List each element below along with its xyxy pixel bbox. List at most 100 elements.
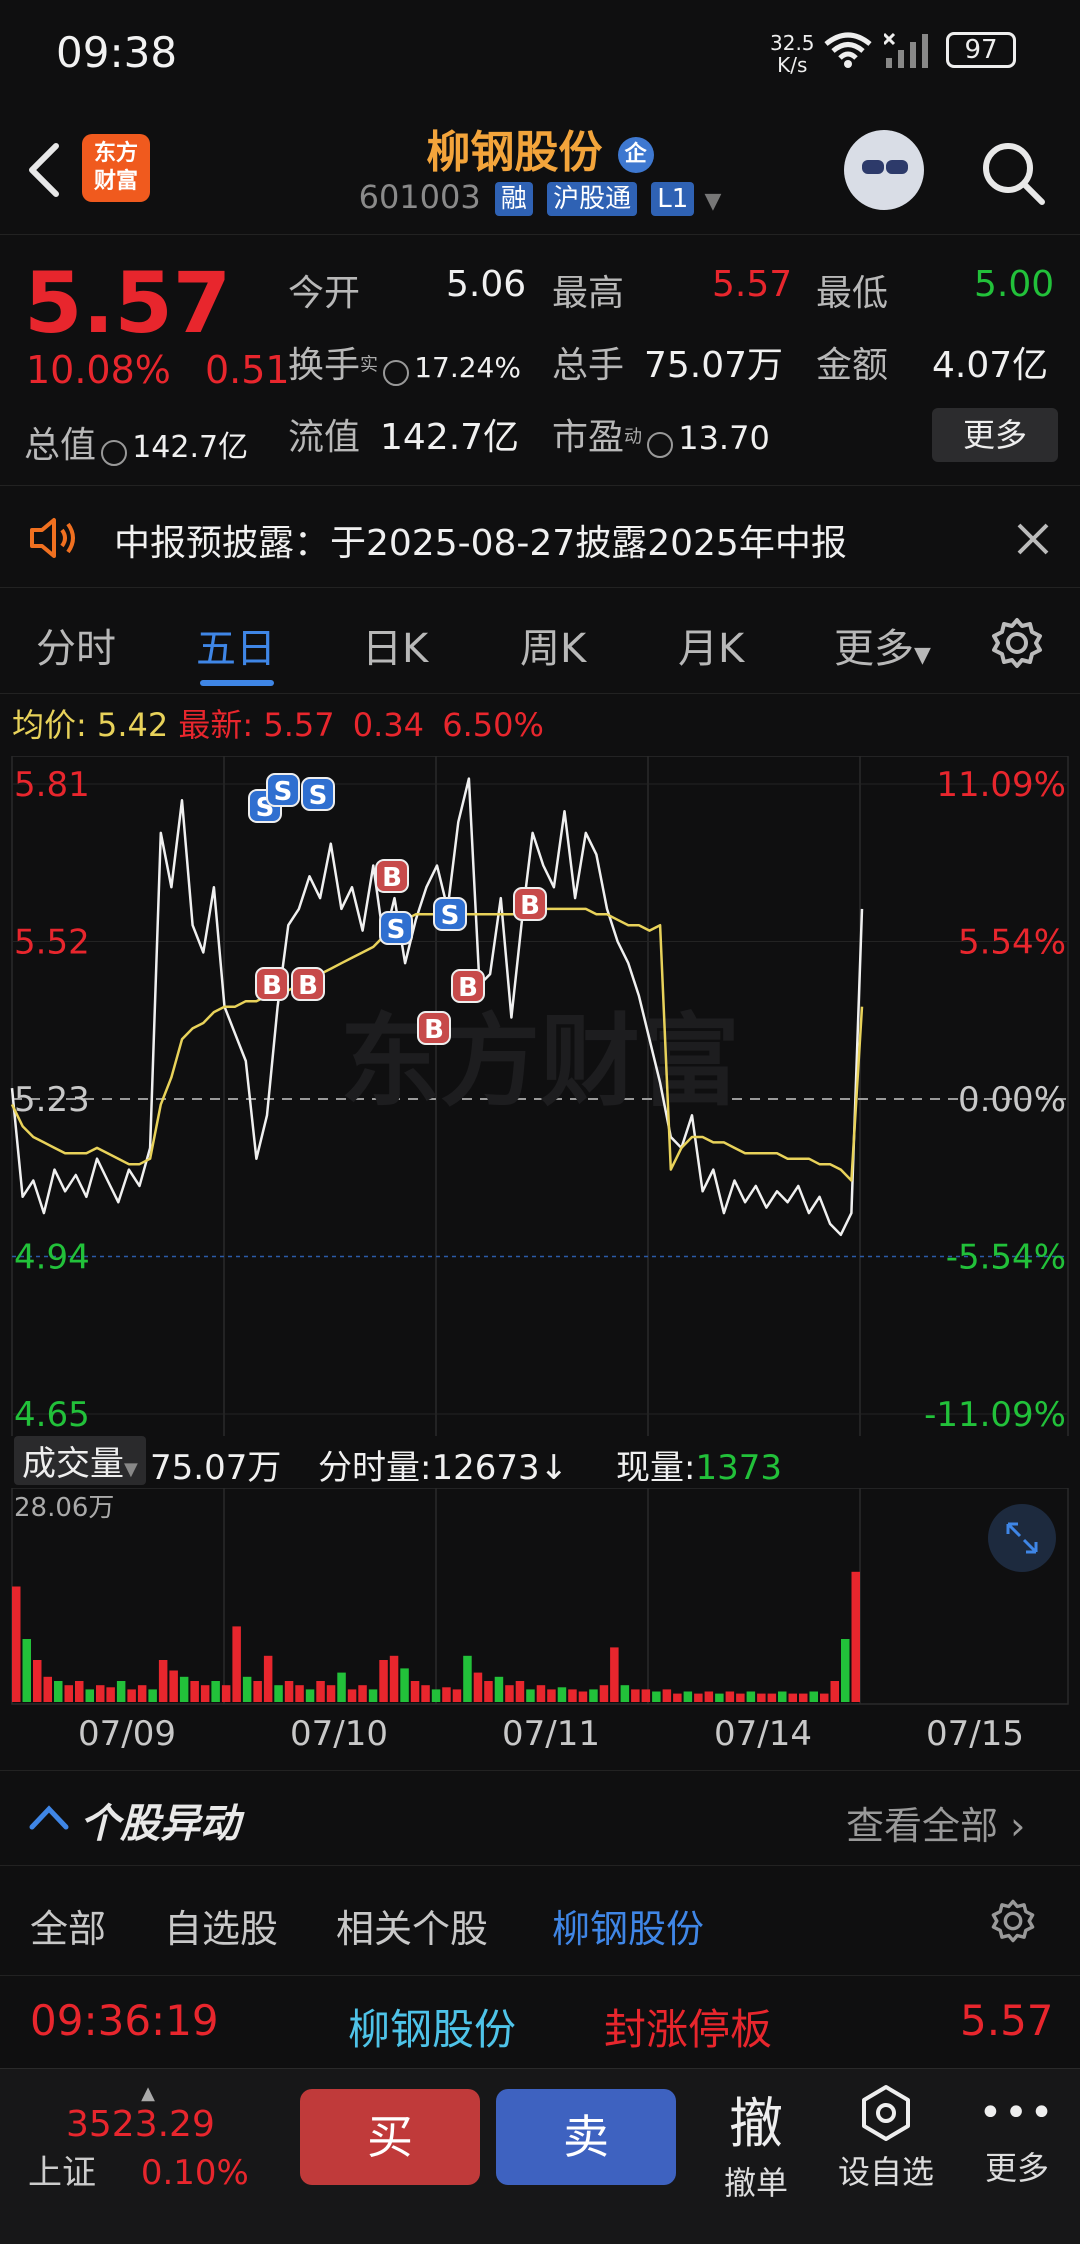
stock-code: 601003 (358, 178, 481, 216)
tab-this-stock[interactable]: 柳钢股份 (552, 1898, 704, 1953)
index-quote[interactable]: ▲ 3523.29 上证 0.10% (28, 2083, 268, 2194)
volume-bar (820, 1693, 829, 1702)
tab-related[interactable]: 相关个股 (336, 1898, 488, 1953)
clock: 09:38 (56, 28, 178, 77)
volume-header: 成交量▼ 75.07万 分时量:12673↓ 现量:1373 (0, 1432, 1080, 1489)
robot-assistant-icon[interactable] (844, 130, 924, 210)
add-watchlist-label: 设自选 (837, 2153, 934, 2191)
avg-price-bar: 均价: 5.42 最新: 5.57 0.34 6.50% (12, 700, 544, 746)
movement-price: 5.57 (960, 1996, 1054, 2045)
bottom-trade-bar: ▲ 3523.29 上证 0.10% 买 卖 撤 撤单 设自选 ••• 更多 (0, 2068, 1080, 2244)
date-label: 07/14 (714, 1714, 812, 1754)
chevron-down-icon: ▼ (704, 189, 722, 214)
gear-icon[interactable] (990, 616, 1044, 670)
latest-percent: 6.50% (442, 706, 544, 744)
index-percent: 0.10% (140, 2153, 249, 2193)
volume-bar (599, 1685, 609, 1702)
info-icon (647, 431, 674, 458)
tab-monthly-k[interactable]: 月K (678, 616, 744, 674)
chart-tabs: 分时 五日 日K 周K 月K 更多▼ (0, 590, 1080, 694)
volume-bar (704, 1691, 714, 1702)
buy-button[interactable]: 买 (300, 2089, 480, 2185)
volume-bar (452, 1689, 462, 1702)
volume-bar (116, 1681, 126, 1702)
current-price: 5.57 (24, 254, 232, 352)
volume-bar (683, 1691, 693, 1702)
volume-bar (631, 1689, 640, 1702)
pe-value: 13.70 (678, 419, 770, 457)
tab-all[interactable]: 全部 (30, 1898, 106, 1953)
amount-value: 4.07亿 (932, 345, 1049, 386)
more-quote-button[interactable]: 更多 (932, 408, 1058, 462)
marker-label: B (424, 1015, 444, 1045)
volume-bar (179, 1676, 189, 1702)
tab-watchlist[interactable]: 自选股 (164, 1898, 278, 1953)
turnover-sup: 实 (360, 354, 379, 376)
close-icon[interactable] (1016, 522, 1050, 556)
sell-marker: S (433, 897, 467, 931)
view-all-link[interactable]: 查看全部 › (846, 1795, 1025, 1850)
movement-stock-name: 柳钢股份 (348, 2005, 517, 2054)
volume-bar (715, 1693, 724, 1702)
current-volume: 现量:1373 (616, 1440, 782, 1489)
movement-event: 封涨停板 (604, 2005, 773, 2054)
search-icon[interactable] (980, 140, 1046, 206)
price-chart[interactable]: 东方财富 SS SB B BS SBBB 5.81 11.09%5.52 5.54%5.23… (0, 756, 1080, 1436)
pe-sup: 动 (624, 426, 643, 448)
turnover-value: 17.24% (414, 351, 521, 384)
stock-header: 东方 财富 柳钢股份 企 601003 融 沪股通 L1 ▼ (0, 100, 1080, 235)
tick-volume-label: 分时量: (318, 1448, 432, 1488)
volume-bar (54, 1681, 63, 1702)
sell-marker: S (301, 777, 335, 811)
volume-chart[interactable]: 28.06万 (0, 1488, 1080, 1708)
tab-weekly-k[interactable]: 周K (520, 616, 586, 674)
down-arrow-icon: ↓ (539, 1448, 569, 1488)
marker-label: B (520, 891, 540, 921)
volume-label: 总手 (552, 345, 625, 386)
sell-button[interactable]: 卖 (496, 2089, 676, 2185)
volume-bar (547, 1689, 556, 1702)
caret-down-icon: ▼ (124, 1459, 138, 1480)
sell-marker: S (379, 911, 413, 945)
marker-label: B (298, 971, 318, 1001)
buy-marker: B (417, 1011, 451, 1045)
notice-banner[interactable]: 中报预披露：于2025-08-27披露2025年中报 (0, 488, 1080, 588)
volume-bar (12, 1586, 21, 1702)
volume-bar (620, 1685, 630, 1702)
date-label: 07/09 (78, 1714, 176, 1754)
marker-label: S (441, 901, 460, 931)
expand-button[interactable] (988, 1504, 1056, 1572)
watermark: 东方财富 (340, 1003, 740, 1120)
tab-intraday[interactable]: 分时 (36, 616, 116, 674)
marker-label: S (387, 915, 406, 945)
volume-bar (494, 1676, 504, 1702)
tab-five-day[interactable]: 五日 (196, 616, 276, 674)
y-axis-label-right: 11.09% (936, 765, 1066, 805)
volume-bar (610, 1647, 619, 1702)
buy-marker: B (513, 887, 547, 921)
date-label: 07/15 (926, 1714, 1024, 1754)
margin-chip: 融 (494, 182, 533, 216)
latest-value: 5.57 (263, 706, 335, 744)
y-axis-label-left: 4.94 (14, 1238, 90, 1278)
add-watchlist-button[interactable]: 设自选 (830, 2083, 942, 2193)
volume-bar (589, 1689, 598, 1702)
volume-bar (64, 1685, 73, 1702)
volume-bar (536, 1685, 546, 1702)
market-cap-value: 142.7亿 (132, 430, 249, 465)
movement-title: 个股异动 (80, 1801, 240, 1847)
tab-daily-k[interactable]: 日K (362, 616, 428, 674)
open-value: 5.06 (446, 264, 527, 305)
volume-selector[interactable]: 成交量▼ (14, 1436, 146, 1485)
gear-icon[interactable] (990, 1898, 1036, 1944)
more-button[interactable]: ••• 更多 (976, 2083, 1058, 2189)
cancel-order-button[interactable]: 撤 撤单 (714, 2079, 798, 2204)
volume-bar (557, 1687, 567, 1702)
volume-bar (274, 1685, 283, 1702)
tab-more[interactable]: 更多▼ (834, 616, 931, 674)
movement-row[interactable]: 09:36:19 柳钢股份 封涨停板 5.57 (0, 1978, 1080, 2068)
y-axis-label-left: 5.52 (14, 923, 90, 963)
chevron-up-icon[interactable] (28, 1801, 70, 1831)
wifi-icon (824, 32, 872, 68)
volume-bar (809, 1691, 818, 1702)
